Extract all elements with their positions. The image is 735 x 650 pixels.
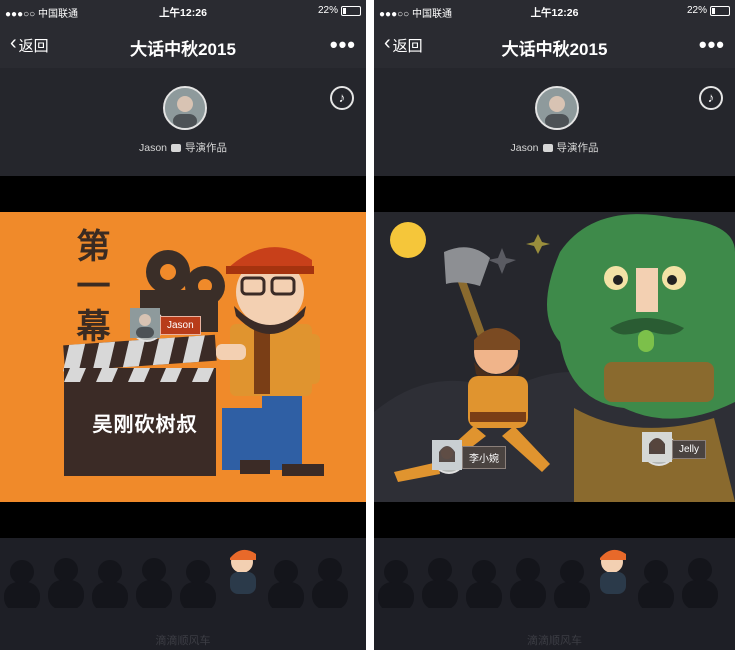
- music-button[interactable]: ♪: [330, 86, 354, 110]
- scene-two-illustration: 李小婉 Jelly: [374, 212, 735, 502]
- act-title: 第一幕: [71, 228, 109, 348]
- user-tag-label: Jelly: [672, 439, 707, 459]
- author-header: Jason 导演作品 ♪: [374, 68, 735, 176]
- more-button[interactable]: •••: [699, 32, 725, 58]
- battery-icon: [341, 5, 361, 16]
- phone-screen-right: ●●●○○ 中国联通 上午12:26 22% ‹ 返回 大话中秋2015 ••• …: [374, 0, 735, 650]
- user-avatar: [130, 308, 164, 342]
- author-avatar[interactable]: [163, 86, 207, 130]
- nav-bar: ‹ 返回 大话中秋2015 •••: [0, 22, 366, 68]
- avatar-photo-icon: [432, 440, 462, 470]
- user-avatar: [642, 432, 676, 466]
- author-suffix: 导演作品: [556, 142, 599, 154]
- page-title: 大话中秋2015: [130, 40, 236, 59]
- nav-bar: ‹ 返回 大话中秋2015 •••: [374, 22, 735, 68]
- scene-one-artwork: [63, 247, 324, 476]
- status-bar: ●●●○○ 中国联通 上午12:26 22%: [374, 0, 735, 22]
- back-label: 返回: [18, 38, 49, 55]
- user-tag-label: 李小婉: [462, 445, 506, 469]
- battery-percent: 22%: [686, 5, 707, 16]
- footer-brand: 滴滴顺风车: [155, 635, 211, 647]
- author-avatar[interactable]: [534, 86, 579, 130]
- author-name: Jason: [138, 142, 168, 154]
- user-avatar: [432, 440, 466, 474]
- back-button[interactable]: ‹ 返回: [10, 32, 49, 56]
- chevron-left-icon: ‹: [384, 32, 391, 54]
- music-note-icon: ♪: [707, 90, 715, 105]
- user-tag-label: Jason: [160, 315, 201, 335]
- camera-icon: [171, 144, 182, 153]
- avatar-photo-icon: [642, 432, 672, 462]
- chevron-left-icon: ‹: [10, 32, 17, 54]
- user-tag-jason[interactable]: Jason: [130, 308, 201, 342]
- music-button[interactable]: ♪: [699, 86, 723, 110]
- camera-icon: [542, 144, 553, 153]
- avatar-photo-icon: [165, 88, 205, 128]
- status-bar: ●●●○○ 中国联通 上午12:26 22%: [0, 0, 366, 22]
- battery-icon: [710, 5, 730, 16]
- video-stage: 李小婉 Jelly: [374, 176, 735, 538]
- back-button[interactable]: ‹ 返回: [384, 32, 423, 56]
- avatar-photo-icon: [536, 88, 577, 128]
- author-credit: Jason 导演作品: [374, 140, 735, 155]
- back-label: 返回: [392, 38, 423, 55]
- clock-label: 上午12:26: [530, 7, 579, 19]
- user-tag-lixiaowan[interactable]: 李小婉: [432, 440, 506, 474]
- phone-screen-left: ●●●○○ 中国联通 上午12:26 22% ‹ 返回 大话中秋2015 ••• …: [0, 0, 366, 650]
- avatar-photo-icon: [130, 308, 160, 338]
- author-name: Jason: [510, 142, 539, 154]
- footer-brand: 滴滴顺风车: [527, 635, 582, 647]
- more-button[interactable]: •••: [330, 32, 356, 58]
- theater-audience: 滴滴顺风车: [374, 538, 735, 650]
- scene-one-illustration: 第一幕 吴刚砍树叔 Jason: [0, 212, 366, 502]
- author-credit: Jason 导演作品: [0, 140, 366, 155]
- clock-label: 上午12:26: [159, 7, 207, 19]
- page-title: 大话中秋2015: [501, 40, 608, 59]
- author-header: Jason 导演作品 ♪: [0, 68, 366, 176]
- character-name: 吴刚砍树叔: [92, 414, 198, 436]
- battery-percent: 22%: [317, 5, 338, 16]
- video-stage: 第一幕 吴刚砍树叔 Jason: [0, 176, 366, 538]
- user-tag-jelly[interactable]: Jelly: [642, 432, 707, 466]
- theater-audience: 滴滴顺风车: [0, 538, 366, 650]
- author-suffix: 导演作品: [185, 142, 228, 154]
- music-note-icon: ♪: [338, 90, 346, 105]
